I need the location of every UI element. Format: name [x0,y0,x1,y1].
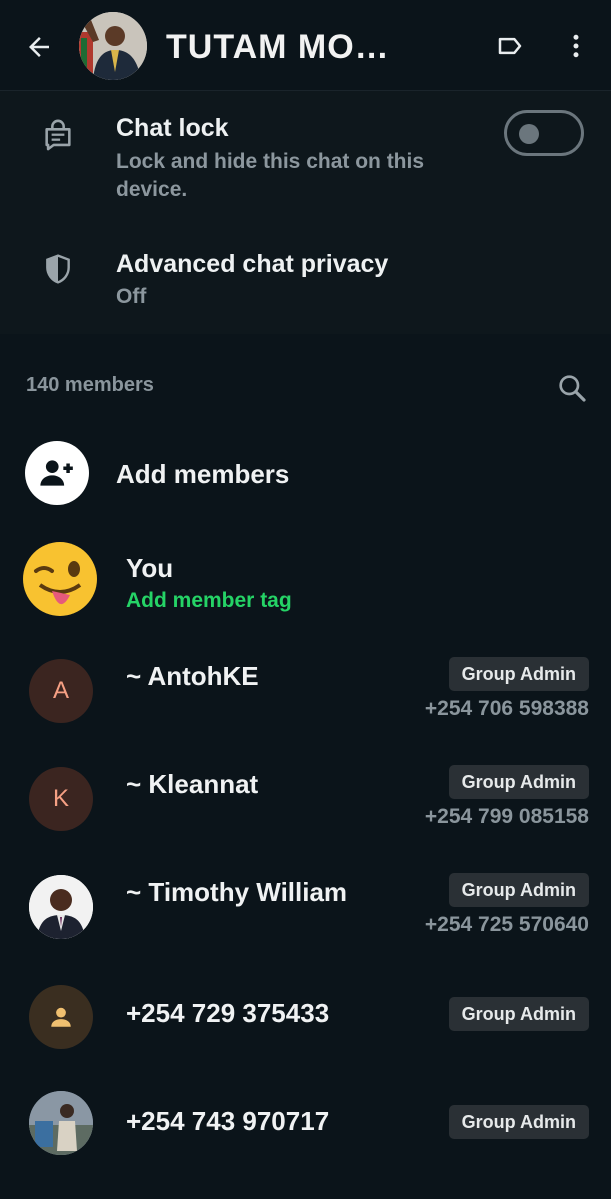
you-avatar [22,541,98,617]
member-avatar: A [29,659,93,723]
members-count: 140 members [26,374,154,396]
avatar-initial: A [52,677,69,704]
search-icon [559,375,586,402]
chat-lock-title: Chat lock [116,114,229,142]
toggle-knob [519,124,539,144]
add-member-avatar [25,441,89,505]
member-row-you[interactable]: You Add member tag [0,534,611,624]
member-name: ~ Kleannat [126,769,259,799]
profile-photo-icon [29,875,93,939]
top-app-bar: TUTAM MO… [0,0,611,91]
add-members-label: Add members [116,459,290,489]
add-members-row[interactable]: Add members [0,434,611,514]
default-person-icon [51,1007,71,1027]
member-phone: +254 799 085158 [424,805,589,828]
member-phone: +254 706 598388 [424,697,589,720]
group-avatar[interactable] [79,12,147,80]
member-name: ~ AntohKE [126,661,259,691]
member-row[interactable]: A ~ AntohKE Group Admin +254 706 598388 [0,645,611,740]
member-row[interactable]: K ~ Kleannat Group Admin +254 799 085158 [0,753,611,848]
add-member-tag-link[interactable]: Add member tag [126,589,292,613]
group-admin-badge: Group Admin [448,657,589,691]
chat-settings-section: Chat lock Lock and hide this chat on thi… [0,91,611,334]
member-avatar [29,985,93,1049]
add-person-icon [40,460,73,486]
profile-photo-icon [29,1091,93,1155]
chat-lock-toggle[interactable] [504,110,584,156]
you-name: You [126,553,174,583]
member-name: +254 743 970717 [126,1106,330,1136]
member-row[interactable]: +254 743 970717 Group Admin [0,1083,611,1173]
back-button[interactable] [18,27,60,67]
more-vertical-icon [573,34,579,58]
advanced-privacy-row[interactable]: Advanced chat privacy Off [0,231,611,321]
group-title[interactable]: TUTAM MO… [166,27,386,67]
group-admin-badge: Group Admin [448,997,589,1031]
group-admin-badge: Group Admin [448,765,589,799]
member-phone: +254 725 570640 [424,913,589,936]
back-arrow-icon [29,37,49,57]
member-name: ~ Timothy William [126,877,348,907]
chat-lock-row[interactable]: Chat lock Lock and hide this chat on thi… [0,91,611,217]
label-button[interactable] [492,28,528,64]
label-tag-icon [498,37,522,55]
more-options-button[interactable] [558,28,594,64]
member-row[interactable]: +254 729 375433 Group Admin [0,975,611,1065]
winking-face-tongue-icon [23,542,97,616]
member-name: +254 729 375433 [126,998,330,1028]
chat-lock-subtitle: Lock and hide this chat on this device. [116,150,425,201]
group-admin-badge: Group Admin [448,1105,589,1139]
member-avatar [29,875,93,939]
shield-icon [40,251,76,287]
avatar-initial: K [52,785,69,812]
advanced-privacy-status: Off [116,285,147,308]
member-row[interactable]: ~ Timothy William Group Admin +254 725 5… [0,861,611,956]
search-members-button[interactable] [554,370,590,406]
group-admin-badge: Group Admin [448,873,589,907]
chat-lock-icon [40,117,76,153]
group-photo-icon [79,12,147,80]
advanced-privacy-title: Advanced chat privacy [116,250,389,278]
member-avatar: K [29,767,93,831]
member-avatar [29,1091,93,1155]
